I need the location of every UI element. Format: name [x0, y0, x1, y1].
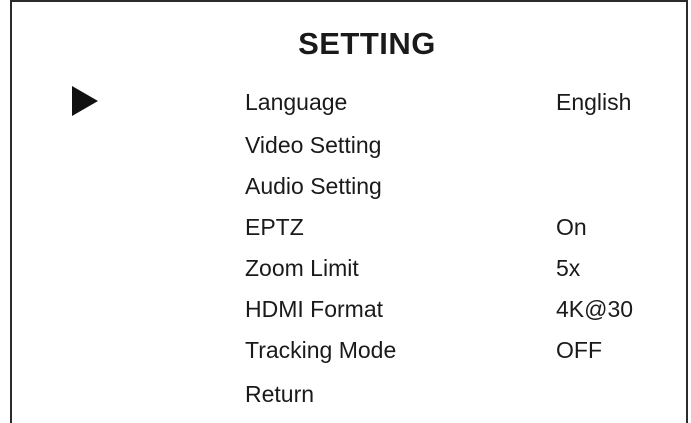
menu-item-label: Video Setting	[245, 132, 382, 158]
menu-item-label: Return	[245, 381, 315, 407]
menu-item-value: English	[556, 89, 632, 115]
menu-item-value: 5x	[556, 255, 581, 281]
osd-menu-panel: SETTING Language English Video Setting A…	[10, 0, 688, 423]
menu-item-value: 4K@30	[556, 296, 634, 322]
menu-item-eptz[interactable]: EPTZ On	[12, 208, 686, 246]
menu-item-label: HDMI Format	[245, 296, 383, 322]
menu-item-tracking-mode[interactable]: Tracking Mode OFF	[12, 331, 686, 369]
menu-title: SETTING	[298, 26, 436, 61]
menu-item-audio-setting[interactable]: Audio Setting	[12, 167, 686, 205]
menu-item-label: Zoom Limit	[245, 255, 359, 281]
menu-item-hdmi-format[interactable]: HDMI Format 4K@30	[12, 290, 686, 328]
menu-item-video-setting[interactable]: Video Setting	[12, 126, 686, 164]
menu-item-return[interactable]: Return	[12, 375, 686, 413]
menu-item-label: Audio Setting	[245, 173, 382, 199]
menu-item-value: OFF	[556, 337, 602, 363]
menu-item-value: On	[556, 214, 587, 240]
menu-item-label: Tracking Mode	[245, 337, 397, 363]
menu-item-language[interactable]: Language English	[12, 83, 686, 121]
menu-item-label: Language	[245, 89, 348, 115]
menu-item-zoom-limit[interactable]: Zoom Limit 5x	[12, 249, 686, 287]
menu-item-label: EPTZ	[245, 214, 304, 240]
